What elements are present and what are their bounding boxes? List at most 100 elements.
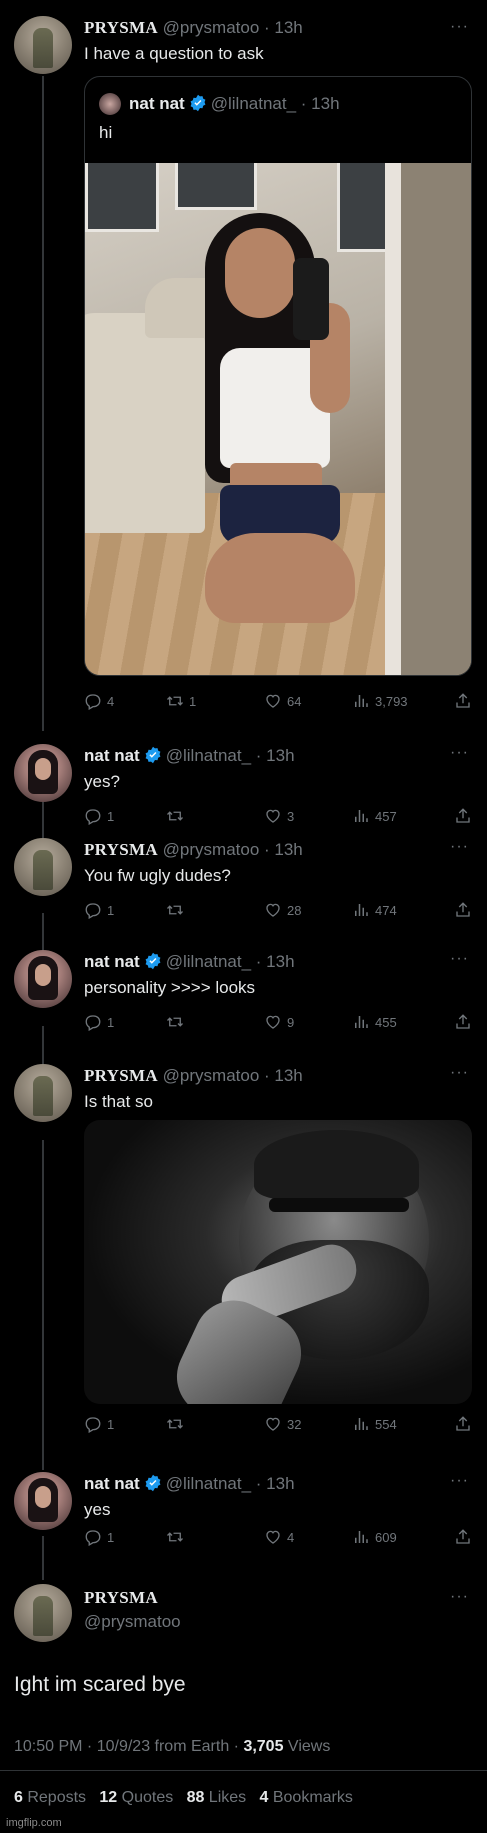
share-button[interactable]	[454, 1013, 472, 1031]
reply-button[interactable]: 1	[84, 1415, 114, 1433]
repost-icon	[167, 1532, 183, 1542]
views-button[interactable]: 609	[352, 1528, 397, 1546]
tweet-text: Ight im scared bye	[14, 1673, 186, 1696]
tweet[interactable]: PRYSMA @prysmatoo · 13h ··· Is that so 1…	[0, 1056, 487, 1456]
handle: @lilnatnat_	[210, 94, 297, 113]
handle[interactable]: @prysmatoo	[163, 1066, 260, 1085]
tweet[interactable]: PRYSMA @prysmatoo · 13h ··· I have a que…	[0, 0, 487, 735]
handle[interactable]: @prysmatoo	[84, 1612, 181, 1632]
avatar[interactable]	[14, 1472, 72, 1530]
views-icon	[355, 904, 368, 916]
bookmarks-stat[interactable]: 4 Bookmarks	[260, 1789, 353, 1806]
mirror-frame-image	[385, 163, 401, 675]
share-button[interactable]	[454, 1415, 472, 1433]
display-name[interactable]: nat nat	[84, 1474, 140, 1493]
like-button[interactable]: 32	[264, 1415, 301, 1433]
handle[interactable]: @prysmatoo	[163, 18, 260, 37]
tweet-text: Is that so	[84, 1092, 153, 1111]
avatar[interactable]	[14, 838, 72, 896]
repost-button[interactable]	[166, 807, 189, 825]
avatar[interactable]	[14, 1064, 72, 1122]
more-icon[interactable]: ···	[450, 744, 469, 762]
repost-button[interactable]	[166, 1528, 189, 1546]
tweet-header: PRYSMA @prysmatoo	[84, 1588, 181, 1632]
avatar[interactable]	[14, 744, 72, 802]
action-bar: 1 9 455	[84, 1013, 472, 1033]
display-name[interactable]: nat nat	[84, 746, 140, 765]
views-icon	[355, 1016, 368, 1028]
like-button[interactable]: 28	[264, 901, 301, 919]
display-name[interactable]: PRYSMA	[84, 1066, 158, 1085]
reply-icon	[85, 809, 101, 825]
repost-button[interactable]	[166, 1013, 189, 1031]
display-name[interactable]: PRYSMA	[84, 18, 158, 37]
like-button[interactable]: 3	[264, 807, 294, 825]
action-bar: 1 3 457	[84, 807, 472, 827]
reply-button[interactable]: 1	[84, 1528, 114, 1546]
tweet[interactable]: PRYSMA @prysmatoo · 13h ··· You fw ugly …	[0, 830, 487, 942]
reply-button[interactable]: 1	[84, 1013, 114, 1031]
reply-icon	[85, 1015, 101, 1031]
more-icon[interactable]: ···	[450, 1588, 469, 1606]
repost-button[interactable]: 1	[166, 692, 196, 710]
handle[interactable]: @lilnatnat_	[166, 952, 251, 971]
views-button[interactable]: 457	[352, 807, 397, 825]
timestamp[interactable]: 13h	[274, 1066, 302, 1085]
repost-button[interactable]	[166, 1415, 189, 1433]
more-icon[interactable]: ···	[450, 838, 469, 856]
reply-icon	[85, 903, 101, 919]
phone-image	[293, 258, 329, 340]
views-button[interactable]: 3,793	[352, 692, 408, 710]
display-name[interactable]: nat nat	[84, 952, 140, 971]
reply-button[interactable]: 1	[84, 807, 114, 825]
face-image	[225, 228, 295, 318]
share-button[interactable]	[454, 807, 472, 825]
quotes-stat[interactable]: 12 Quotes	[99, 1789, 173, 1806]
quoted-text: hi	[99, 123, 113, 142]
avatar[interactable]	[14, 1584, 72, 1642]
timestamp[interactable]: 13h	[266, 1474, 294, 1493]
timestamp[interactable]: 13h	[266, 952, 294, 971]
reply-count: 1	[107, 1416, 115, 1432]
views-button[interactable]: 554	[352, 1415, 397, 1433]
more-icon[interactable]: ···	[450, 1064, 469, 1082]
reposts-stat[interactable]: 6 Reposts	[14, 1789, 86, 1806]
more-icon[interactable]: ···	[450, 1472, 469, 1490]
like-button[interactable]: 4	[264, 1528, 294, 1546]
display-name[interactable]: PRYSMA	[84, 840, 158, 859]
tweet-header: nat nat @lilnatnat_ · 13h	[84, 952, 295, 975]
timestamp[interactable]: 10:50 PM · 10/9/23 from Earth ·	[14, 1738, 243, 1755]
like-count: 4	[287, 1529, 295, 1545]
views-button[interactable]: 455	[352, 1013, 397, 1031]
repost-button[interactable]	[166, 901, 189, 919]
like-button[interactable]: 64	[264, 692, 301, 710]
timestamp[interactable]: 13h	[274, 18, 302, 37]
share-button[interactable]	[454, 1528, 472, 1546]
avatar[interactable]	[14, 16, 72, 74]
display-name[interactable]: PRYSMA	[84, 1588, 181, 1608]
handle[interactable]: @prysmatoo	[163, 840, 260, 859]
timestamp[interactable]: 13h	[266, 746, 294, 765]
avatar[interactable]	[14, 950, 72, 1008]
reply-button[interactable]: 1	[84, 901, 114, 919]
reply-button[interactable]: 4	[84, 692, 114, 710]
heart-icon	[266, 903, 280, 917]
share-button[interactable]	[454, 901, 472, 919]
tweet[interactable]: nat nat @lilnatnat_ · 13h ··· personality…	[0, 942, 487, 1054]
handle[interactable]: @lilnatnat_	[166, 746, 251, 765]
quoted-tweet[interactable]: nat nat @lilnatnat_ · 13h hi	[84, 76, 472, 676]
more-icon[interactable]: ···	[450, 18, 469, 36]
timestamp[interactable]: 13h	[274, 840, 302, 859]
handle[interactable]: @lilnatnat_	[166, 1474, 251, 1493]
views-button[interactable]: 474	[352, 901, 397, 919]
view-count: 474	[375, 902, 397, 918]
likes-stat[interactable]: 88 Likes	[187, 1789, 247, 1806]
meme-photo[interactable]	[84, 1120, 472, 1404]
mirror-selfie-photo[interactable]	[85, 163, 471, 675]
more-icon[interactable]: ···	[450, 950, 469, 968]
tweet[interactable]: nat nat @lilnatnat_ · 13h ··· yes 1 4 609	[0, 1464, 487, 1546]
like-count: 32	[287, 1416, 302, 1432]
like-button[interactable]: 9	[264, 1013, 294, 1031]
divider	[0, 1770, 487, 1771]
share-button[interactable]	[454, 692, 472, 710]
